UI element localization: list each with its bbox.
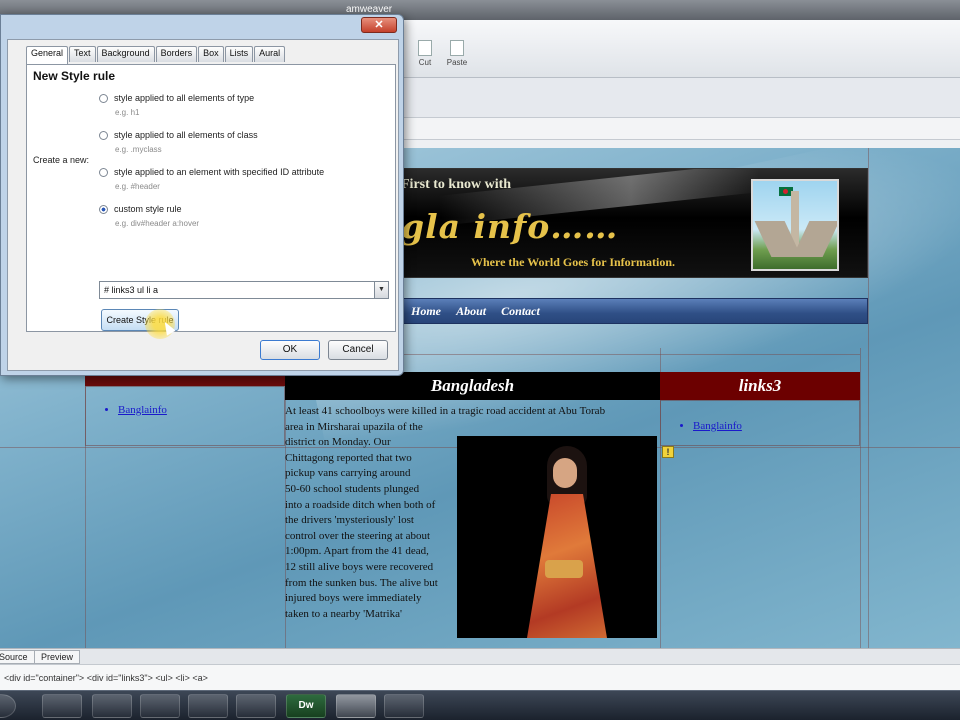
article-line: pickup vans carrying around xyxy=(285,467,411,480)
site-banner: First to know with gla info…… Where the … xyxy=(398,168,868,278)
panel-heading: New Style rule xyxy=(33,69,116,83)
option-type-label: style applied to all elements of type xyxy=(114,93,255,103)
warning-icon[interactable]: ! xyxy=(662,446,674,458)
create-new-label: Create a new: xyxy=(33,155,90,165)
monument-image xyxy=(751,179,839,271)
mail-icon[interactable] xyxy=(92,694,132,718)
ok-button[interactable]: OK xyxy=(260,340,320,360)
article-line: from the sunken bus. The alive but xyxy=(285,576,438,589)
article-text: At least 41 schoolboys were killed in a … xyxy=(285,404,605,622)
article-photo xyxy=(457,436,657,638)
option-custom[interactable]: custom style rule e.g. div#header a:hove… xyxy=(99,204,199,228)
option-type-example: e.g. h1 xyxy=(115,108,140,118)
nav-home[interactable]: Home xyxy=(411,304,441,319)
left-link-list: Banglainfo xyxy=(118,404,167,416)
banner-slogan: Where the World Goes for Information. xyxy=(471,255,675,269)
paste-button[interactable]: Paste xyxy=(440,40,474,67)
dialog-body: General Text Background Borders Box Lists Aura… xyxy=(7,39,399,371)
tab-lists[interactable]: Lists xyxy=(224,46,254,62)
option-id-example: e.g. #header xyxy=(115,182,160,192)
article-line: taken to a nearby 'Matrika' xyxy=(285,607,402,620)
article-line: into a roadside ditch when both of xyxy=(285,498,436,511)
radio-class[interactable] xyxy=(99,131,108,141)
article-line: control over the steering at about xyxy=(285,529,431,542)
cut-label: Cut xyxy=(418,58,432,67)
tab-preview[interactable]: Preview xyxy=(34,650,81,664)
media-icon[interactable] xyxy=(384,694,424,718)
option-id[interactable]: style applied to an element with specifi… xyxy=(99,167,324,191)
nav-about[interactable]: About xyxy=(456,304,486,319)
view-tabs: Source Preview xyxy=(0,648,960,664)
general-tab-panel: New Style rule Create a new: style appli… xyxy=(26,64,396,339)
cut-icon xyxy=(418,40,432,56)
article: At least 41 schoolboys were killed in a … xyxy=(285,400,660,648)
middle-column-heading: Bangladesh xyxy=(285,372,660,400)
article-line: 12 still alive boys were recovered xyxy=(285,560,434,573)
photo-figure-face xyxy=(553,458,577,488)
tab-box[interactable]: Box xyxy=(198,46,224,62)
article-line: 1:00pm. Apart from the 41 dead, xyxy=(285,545,429,558)
tab-background[interactable]: Background xyxy=(96,46,155,62)
paste-label: Paste xyxy=(446,58,468,67)
dreamweaver-icon[interactable]: Dw xyxy=(286,694,326,718)
right-link[interactable]: Banglainfo xyxy=(693,420,742,432)
left-link[interactable]: Banglainfo xyxy=(118,404,167,416)
tag-selector[interactable]: <div id="container"> <div id="links3"> <… xyxy=(0,664,960,690)
cut-button[interactable]: Cut xyxy=(408,40,442,67)
option-id-label: style applied to an element with specifi… xyxy=(114,167,325,177)
monument-wing xyxy=(792,221,837,257)
article-line: Chittagong reported that two xyxy=(285,451,412,464)
chrome-icon[interactable] xyxy=(188,694,228,718)
article-line: injured boys were immediately xyxy=(285,592,422,605)
paste-icon xyxy=(450,40,464,56)
chevron-down-icon[interactable]: ▼ xyxy=(374,282,388,298)
option-custom-example: e.g. div#header a:hover xyxy=(115,219,200,229)
nav-contact[interactable]: Contact xyxy=(501,304,540,319)
tab-text[interactable]: Text xyxy=(69,46,96,62)
taskbar: Dw xyxy=(0,690,960,720)
left-column xyxy=(85,386,285,446)
site-navbar: Home About Contact xyxy=(398,298,868,324)
tab-source[interactable]: Source xyxy=(0,650,35,664)
radio-id[interactable] xyxy=(99,168,108,178)
firefox-icon[interactable] xyxy=(140,694,180,718)
right-column xyxy=(660,400,860,446)
option-class-example: e.g. .myclass xyxy=(115,145,162,155)
banner-title: gla info…… xyxy=(401,207,619,246)
photo-figure-clutch xyxy=(545,560,583,578)
article-line: 50-60 school students plunged xyxy=(285,482,420,495)
option-type[interactable]: style applied to all elements of type e.… xyxy=(99,93,254,117)
option-class-label: style applied to all elements of class xyxy=(114,130,258,140)
folder-icon[interactable] xyxy=(336,694,376,718)
article-line: district on Monday. Our xyxy=(285,436,391,449)
tab-general[interactable]: General xyxy=(26,46,69,64)
start-orb-icon[interactable] xyxy=(0,694,16,718)
selector-value: # links3 ul li a xyxy=(104,285,159,295)
article-line: At least 41 schoolboys were killed in a … xyxy=(285,405,606,417)
layout-guide xyxy=(860,348,861,648)
tab-borders[interactable]: Borders xyxy=(155,46,198,62)
banner-tagline: First to know with xyxy=(401,177,512,192)
article-line: area in Mirsharai upazila of the xyxy=(285,420,423,433)
option-class[interactable]: style applied to all elements of class e… xyxy=(99,130,258,154)
hp-icon[interactable] xyxy=(42,694,82,718)
radio-type[interactable] xyxy=(99,94,108,104)
selector-combobox[interactable]: # links3 ul li a ▼ xyxy=(99,281,389,299)
layout-guide xyxy=(868,148,869,648)
media-icon[interactable] xyxy=(236,694,276,718)
dialog-tabs: General Text Background Borders Box Lists Aura… xyxy=(26,46,286,64)
option-custom-label: custom style rule xyxy=(114,204,182,214)
new-style-rule-dialog: ✕ General Text Background Borders Box Lists Au… xyxy=(0,14,404,376)
right-column-heading: links3 xyxy=(660,372,860,400)
right-link-list: Banglainfo xyxy=(693,420,742,432)
tab-aural[interactable]: Aural xyxy=(254,46,286,62)
article-line: the drivers 'mysteriously' lost xyxy=(285,514,414,527)
radio-custom[interactable] xyxy=(99,205,108,215)
cancel-button[interactable]: Cancel xyxy=(328,340,388,360)
close-button[interactable]: ✕ xyxy=(361,17,397,33)
